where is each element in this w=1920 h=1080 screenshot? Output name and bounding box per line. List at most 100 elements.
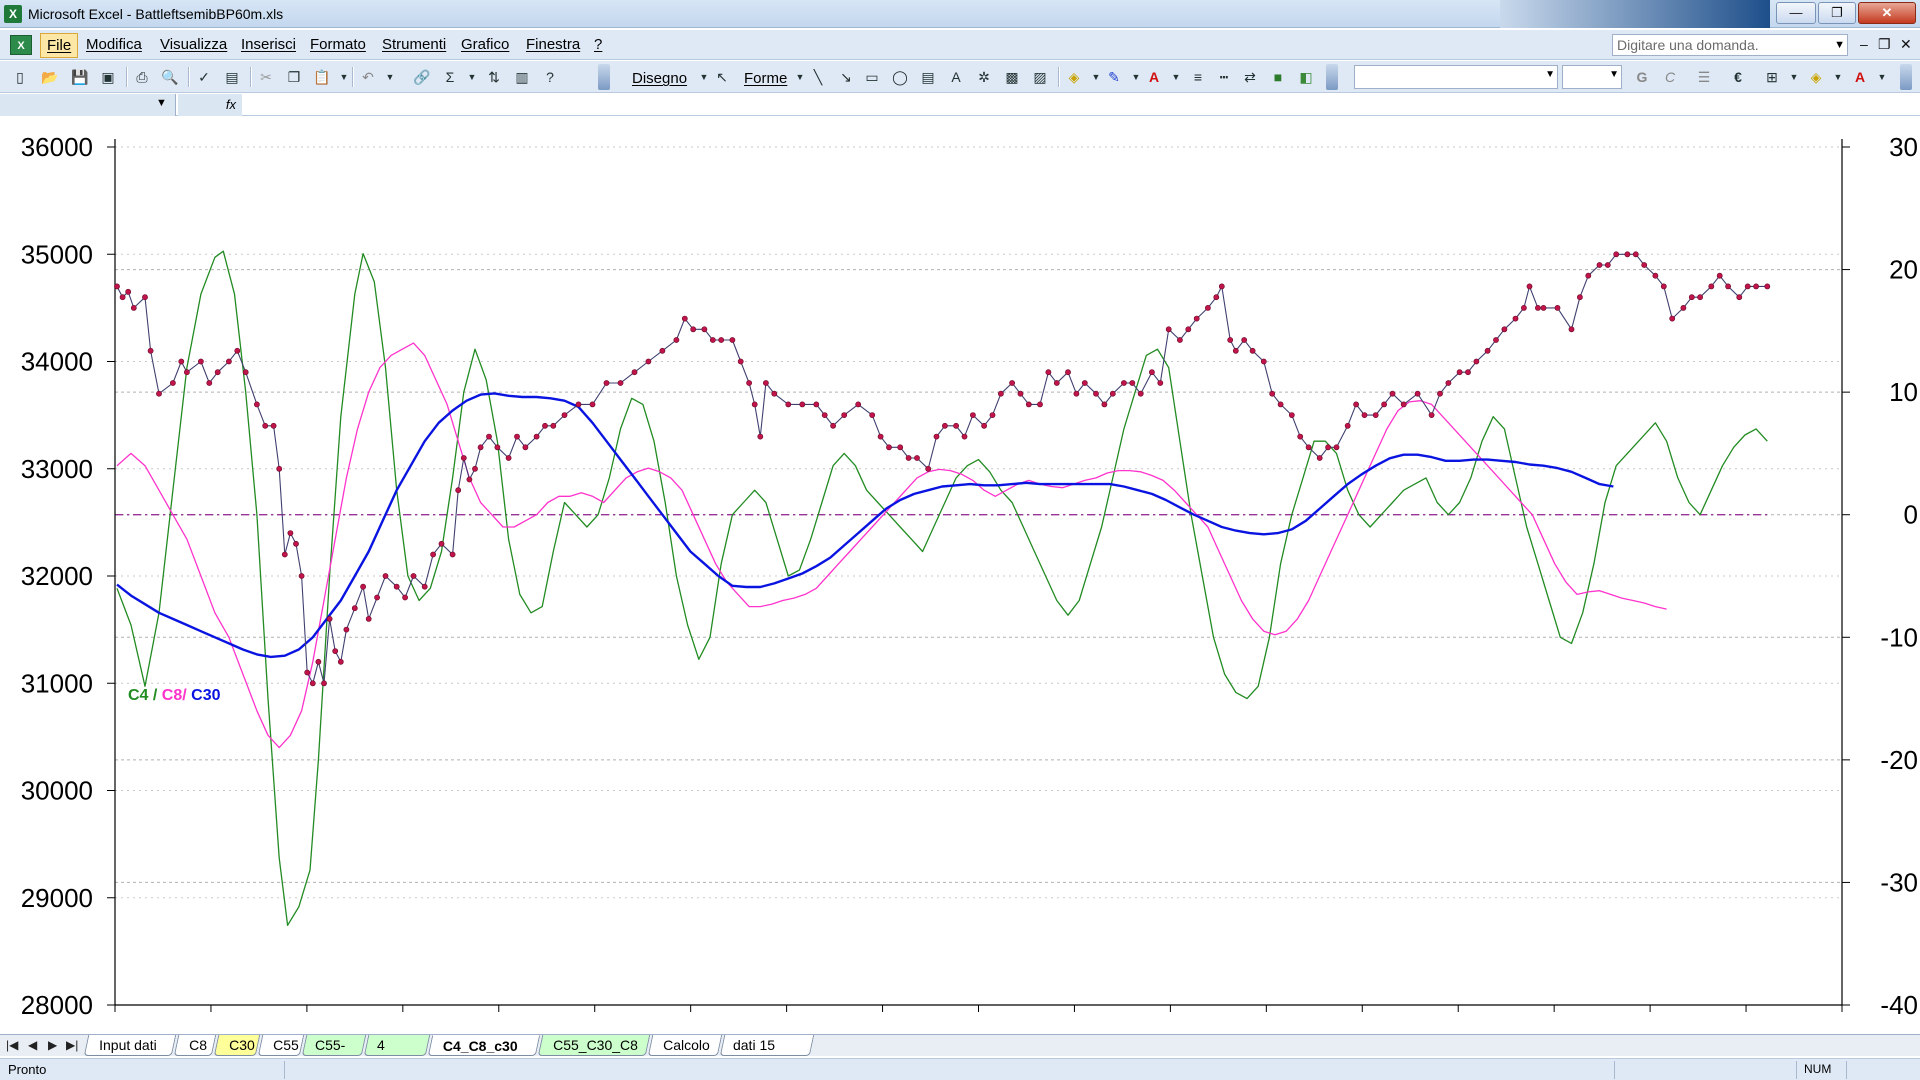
textbox-tool-icon[interactable]: ▤ <box>918 67 938 87</box>
sheet-tab[interactable]: C55-2 <box>301 1035 367 1073</box>
chevron-down-icon[interactable]: ▼ <box>156 97 167 109</box>
chevron-down-icon[interactable]: ▼ <box>1086 67 1106 87</box>
menu-modifica[interactable]: Modifica <box>86 36 142 53</box>
sheet-tab[interactable]: dati 15 min <box>719 1035 815 1073</box>
insert-function-icon[interactable]: fx <box>178 94 242 116</box>
autosum-icon[interactable]: Σ <box>440 67 460 87</box>
hyperlink-icon[interactable]: 🔗 <box>412 67 432 87</box>
menu-inserisci[interactable]: Inserisci <box>241 36 296 53</box>
help-icon[interactable]: ? <box>540 67 560 87</box>
next-sheet-icon[interactable]: ▶ <box>48 1038 57 1052</box>
first-sheet-icon[interactable]: |◀ <box>6 1038 18 1052</box>
sort-icon[interactable]: ⇅ <box>484 67 504 87</box>
workbook-icon[interactable]: X <box>10 35 32 55</box>
sheet-tab[interactable]: 4 Anni <box>363 1035 431 1073</box>
ellipse-tool-icon[interactable]: ◯ <box>890 67 910 87</box>
font-color-icon[interactable]: A <box>1144 67 1164 87</box>
draw-menu-button[interactable]: Disegno <box>632 70 687 87</box>
close-button[interactable]: ✕ <box>1858 2 1916 24</box>
chevron-down-icon[interactable]: ▼ <box>1545 69 1555 80</box>
print-icon[interactable]: ⎙ <box>132 67 152 87</box>
fill-color-icon[interactable]: ◈ <box>1064 67 1084 87</box>
menu-strumenti[interactable]: Strumenti <box>382 36 446 53</box>
menu-help[interactable]: ? <box>594 36 602 53</box>
line-tool-icon[interactable]: ╲ <box>808 67 828 87</box>
chevron-down-icon[interactable]: ▼ <box>1126 67 1146 87</box>
chart-wizard-icon[interactable]: ▥ <box>512 67 532 87</box>
chevron-down-icon[interactable]: ▼ <box>1828 67 1848 87</box>
select-pointer-icon[interactable]: ↖ <box>712 67 732 87</box>
minimize-button[interactable]: — <box>1776 2 1816 24</box>
font-name-combo[interactable]: ▼ <box>1354 65 1558 89</box>
3d-style-icon[interactable]: ◧ <box>1296 67 1316 87</box>
rectangle-tool-icon[interactable]: ▭ <box>862 67 882 87</box>
euro-button[interactable]: € <box>1728 67 1748 87</box>
fill-color-icon[interactable]: ◈ <box>1806 67 1826 87</box>
save-icon[interactable]: 💾 <box>70 67 90 87</box>
line-style-icon[interactable]: ≡ <box>1188 67 1208 87</box>
shadow-style-icon[interactable]: ■ <box>1268 67 1288 87</box>
chevron-down-icon[interactable]: ▼ <box>1609 69 1619 80</box>
restore-button[interactable]: ❐ <box>1818 2 1856 24</box>
name-box[interactable]: ▼ <box>0 94 176 116</box>
arrow-style-icon[interactable]: ⇄ <box>1240 67 1260 87</box>
chevron-down-icon[interactable]: ▼ <box>1784 67 1804 87</box>
italic-button[interactable]: C <box>1660 67 1680 87</box>
previous-sheet-icon[interactable]: ◀ <box>28 1038 37 1052</box>
workbook-minimize-button[interactable]: – <box>1860 36 1868 52</box>
paste-icon[interactable]: 📋 <box>312 67 332 87</box>
menu-grafico[interactable]: Grafico <box>461 36 509 53</box>
new-document-icon[interactable]: ▯ <box>10 67 30 87</box>
font-color-icon[interactable]: A <box>1850 67 1870 87</box>
sheet-tab[interactable]: C4_C8_c30 <box>427 1035 541 1056</box>
workbook-close-button[interactable]: ✕ <box>1900 36 1912 53</box>
toolbar-grip[interactable] <box>1900 64 1912 90</box>
print-preview-icon[interactable]: 🔍 <box>160 67 180 87</box>
sheet-tab[interactable]: C55_C30_C8 <box>537 1035 651 1056</box>
sheet-tab[interactable]: Calcolo <box>647 1035 723 1056</box>
font-size-combo[interactable]: ▼ <box>1562 65 1622 89</box>
bold-button[interactable]: G <box>1632 67 1652 87</box>
sheet-tab[interactable]: C8 <box>173 1035 217 1056</box>
sheet-tab[interactable]: C30 <box>213 1035 261 1056</box>
insert-picture-icon[interactable]: ▨ <box>1030 67 1050 87</box>
permission-icon[interactable]: ▣ <box>98 67 118 87</box>
last-sheet-icon[interactable]: ▶| <box>66 1038 78 1052</box>
sheet-tab[interactable]: Input dati <box>83 1035 177 1056</box>
chart-area[interactable]: 28000 29000 30000 31000 32000 33000 34000 35000… <box>0 117 1920 1033</box>
chevron-down-icon[interactable]: ▼ <box>1872 67 1892 87</box>
menu-file[interactable]: File <box>40 33 79 58</box>
menu-formato[interactable]: Formato <box>310 36 366 53</box>
toolbar-grip[interactable] <box>598 64 610 90</box>
research-icon[interactable]: ▤ <box>222 67 242 87</box>
chevron-down-icon[interactable]: ▼ <box>462 67 482 87</box>
menu-finestra[interactable]: Finestra <box>526 36 580 53</box>
line-color-icon[interactable]: ✎ <box>1104 67 1124 87</box>
align-icon[interactable]: ☰ <box>1694 67 1714 87</box>
excel-app-icon[interactable]: X <box>4 5 22 23</box>
cut-icon[interactable]: ✂ <box>256 67 276 87</box>
diagram-icon[interactable]: ✲ <box>974 67 994 87</box>
wordart-icon[interactable]: A <box>946 67 966 87</box>
arrow-tool-icon[interactable]: ↘ <box>836 67 856 87</box>
chevron-down-icon[interactable]: ▼ <box>1834 35 1845 55</box>
workbook-restore-button[interactable]: ❐ <box>1878 36 1891 53</box>
chevron-down-icon[interactable]: ▼ <box>380 67 400 87</box>
undo-icon[interactable]: ↶ <box>358 67 378 87</box>
chevron-down-icon[interactable]: ▼ <box>790 67 810 87</box>
open-folder-icon[interactable]: 📂 <box>40 67 60 87</box>
sheet-tab[interactable]: C55 <box>257 1035 305 1056</box>
chevron-down-icon[interactable]: ▼ <box>694 67 714 87</box>
toolbar-grip[interactable] <box>1326 64 1338 90</box>
chevron-down-icon[interactable]: ▼ <box>1166 67 1186 87</box>
spelling-icon[interactable]: ✓ <box>194 67 214 87</box>
copy-icon[interactable]: ❐ <box>284 67 304 87</box>
ask-question-input[interactable]: Digitare una domanda. ▼ <box>1612 34 1848 56</box>
menu-visualizza[interactable]: Visualizza <box>160 36 227 53</box>
shapes-menu-button[interactable]: Forme <box>744 70 787 87</box>
line-chart[interactable]: 28000 29000 30000 31000 32000 33000 34000 35000… <box>0 117 1920 1033</box>
borders-icon[interactable]: ⊞ <box>1762 67 1782 87</box>
dash-style-icon[interactable]: ┅ <box>1214 67 1234 87</box>
chevron-down-icon[interactable]: ▼ <box>334 67 354 87</box>
clipart-icon[interactable]: ▩ <box>1002 67 1022 87</box>
